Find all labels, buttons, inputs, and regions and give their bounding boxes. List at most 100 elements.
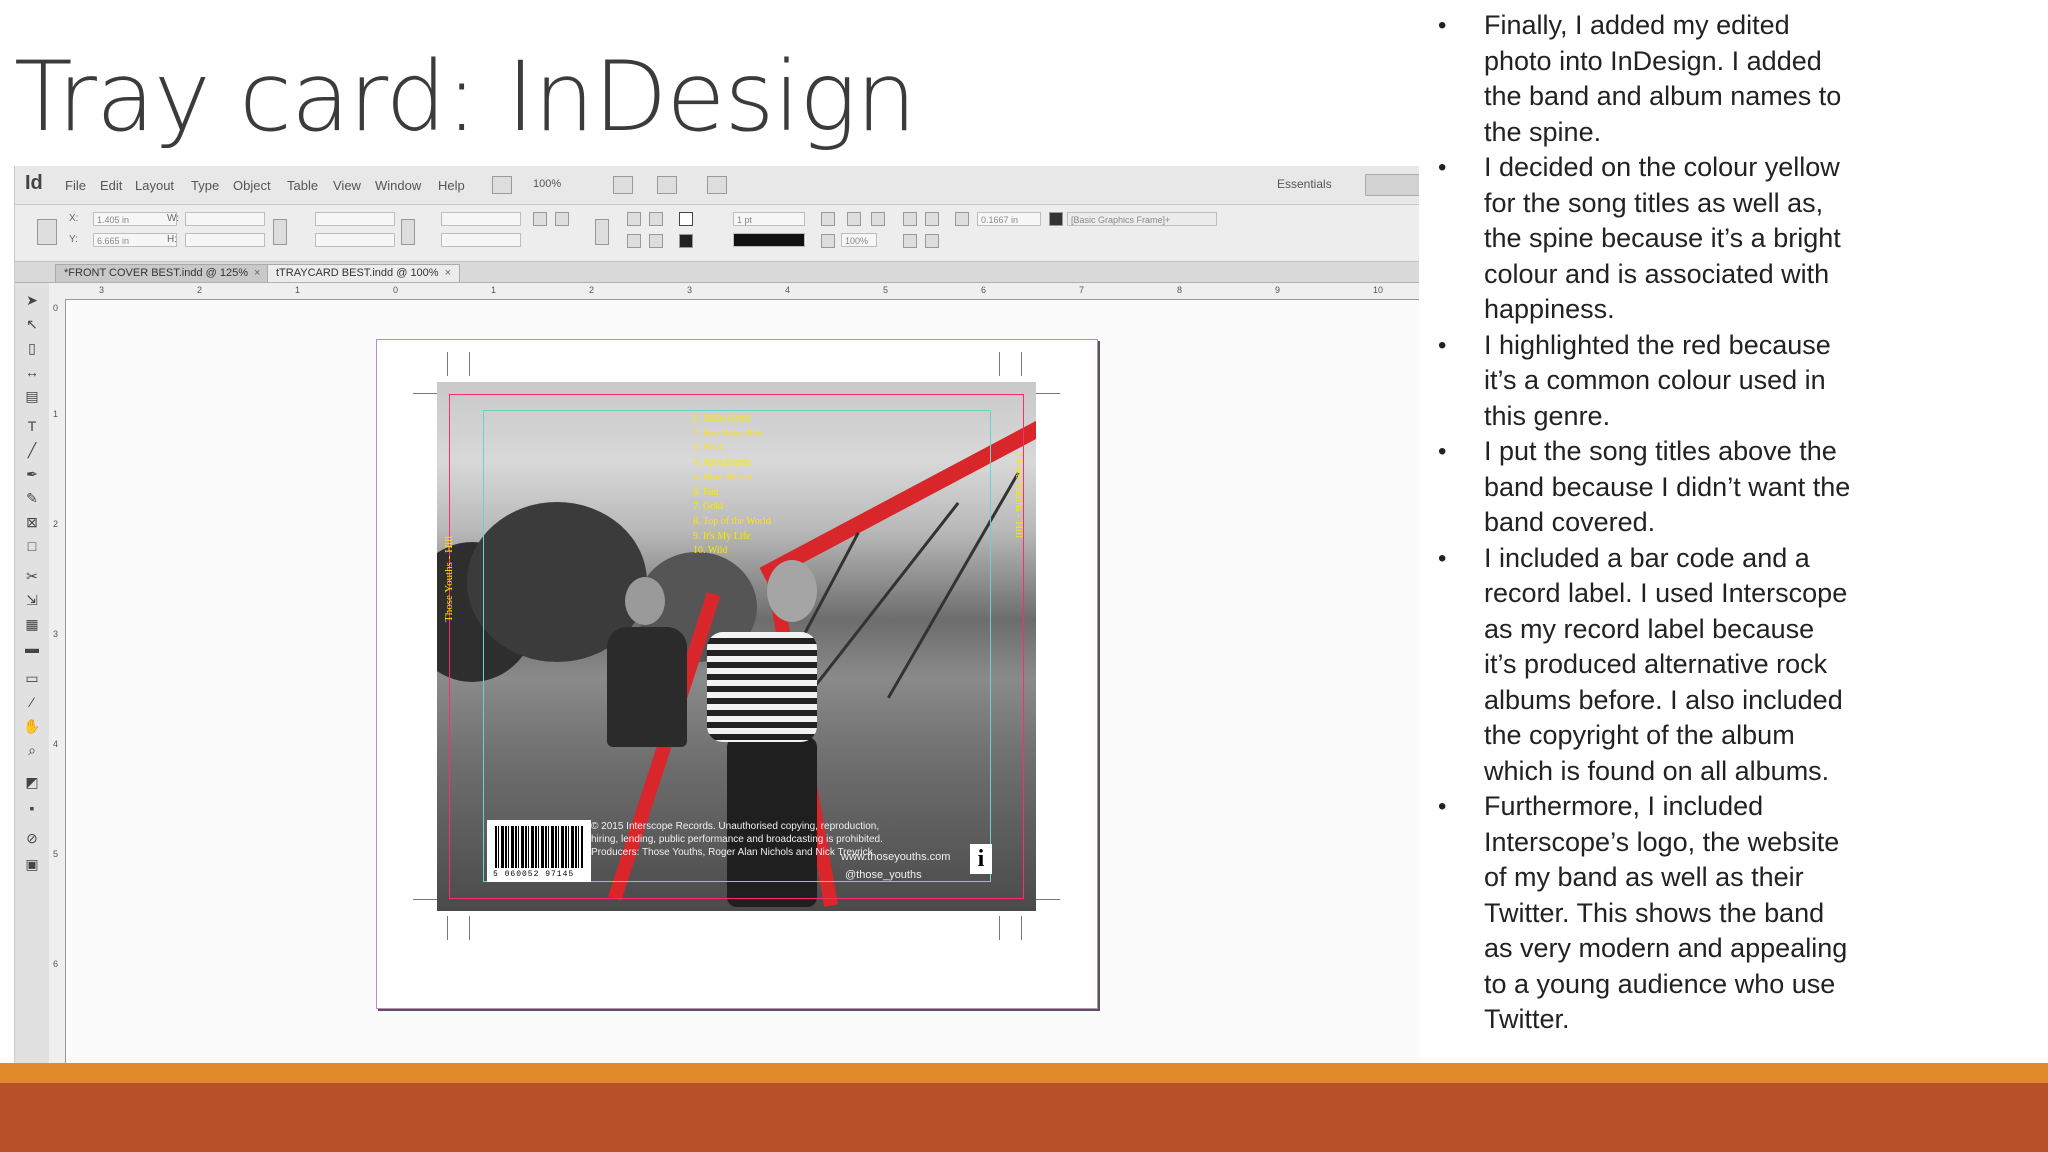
spine-text-left[interactable]: Those Youths - Hill [443, 452, 455, 622]
reference-point-icon[interactable] [37, 219, 57, 245]
effects-icon[interactable] [847, 212, 861, 226]
formatting-affects-icon[interactable]: ▪ [22, 799, 42, 817]
menu-edit[interactable]: Edit [100, 178, 122, 193]
bridge-icon[interactable] [492, 176, 512, 194]
scale-y-field[interactable] [315, 233, 395, 247]
menu-type[interactable]: Type [191, 178, 219, 193]
fx-icon[interactable] [871, 212, 885, 226]
apply-none-icon[interactable]: ⊘ [22, 829, 42, 847]
constrain-proportions-icon[interactable] [273, 219, 287, 245]
ruler-label: 10 [1373, 285, 1384, 295]
interscope-logo[interactable]: i [970, 844, 992, 874]
flip-vertical-icon[interactable] [649, 212, 663, 226]
opacity-field[interactable]: 100% [841, 233, 877, 247]
crop-mark [1021, 916, 1022, 940]
view-options-icon[interactable] [613, 176, 633, 194]
x-label: X: [69, 213, 79, 224]
workspace-switcher[interactable]: Essentials [1277, 177, 1332, 191]
view-mode-icon[interactable]: ▣ [22, 855, 42, 873]
vertical-ruler: 0 1 2 3 4 5 6 [49, 299, 66, 1083]
menu-layout[interactable]: Layout [135, 178, 174, 193]
menu-window[interactable]: Window [375, 178, 421, 193]
shear-field[interactable] [441, 233, 521, 247]
fill-swatch-icon[interactable] [679, 212, 693, 226]
spine-text-right[interactable]: Those Youths - Hill [1013, 452, 1025, 622]
flip-horizontal-icon[interactable] [627, 212, 641, 226]
menu-object[interactable]: Object [233, 178, 271, 193]
traycard-photo[interactable]: 1. Hello Good 2. Run Baby Run 3. Next 4.… [437, 382, 1036, 911]
zoom-level[interactable]: 100% [533, 178, 561, 190]
x-field[interactable]: 1.405 in [93, 212, 177, 226]
drop-shadow-icon[interactable] [821, 212, 835, 226]
menu-file[interactable]: File [65, 178, 86, 193]
ruler-label: 0 [393, 285, 399, 295]
h-field[interactable] [185, 233, 265, 247]
bullet-glyph: • [1438, 544, 1447, 572]
scissors-tool-icon[interactable]: ✂ [22, 567, 42, 585]
line-tool-icon[interactable]: ╱ [22, 441, 42, 459]
gap-tool-icon[interactable]: ↔ [22, 363, 42, 381]
y-field[interactable]: 6.665 in [93, 233, 177, 247]
ruler-label: 2 [53, 519, 59, 529]
note-tool-icon[interactable]: ▭ [22, 669, 42, 687]
close-icon[interactable]: × [254, 267, 260, 279]
menu-help[interactable]: Help [438, 178, 465, 193]
select-content-icon[interactable] [649, 234, 663, 248]
screen-mode-icon[interactable] [657, 176, 677, 194]
menu-table[interactable]: Table [287, 178, 318, 193]
selection-tool-icon[interactable]: ➤ [22, 291, 42, 309]
wrap-shape-icon[interactable] [903, 234, 917, 248]
band-website[interactable]: www.thoseyouths.com [841, 851, 950, 863]
content-collector-icon[interactable]: ▤ [22, 387, 42, 405]
stroke-weight-field[interactable]: 1 pt [733, 212, 805, 226]
direct-selection-tool-icon[interactable]: ↖ [22, 315, 42, 333]
offset-field[interactable]: 0.1667 in [977, 212, 1041, 226]
tab-front-cover[interactable]: *FRONT COVER BEST.indd @ 125% × [55, 264, 270, 282]
crop-mark [469, 352, 470, 376]
crop-mark [1036, 393, 1060, 394]
page-tool-icon[interactable]: ▯ [22, 339, 42, 357]
gradient-feather-tool-icon[interactable]: ▬ [22, 639, 42, 657]
eyedropper-tool-icon[interactable]: ⁄ [22, 693, 42, 711]
pen-tool-icon[interactable]: ✒ [22, 465, 42, 483]
ruler-label: 2 [589, 285, 595, 295]
stroke-type-dropdown[interactable] [733, 233, 805, 247]
object-style-icon[interactable] [1049, 212, 1063, 226]
wrap-jump-icon[interactable] [925, 234, 939, 248]
hand-tool-icon[interactable]: ✋ [22, 717, 42, 735]
fill-stroke-icon[interactable]: ◩ [22, 773, 42, 791]
ruler-label: 3 [53, 629, 59, 639]
close-icon[interactable]: × [445, 267, 451, 279]
wrap-none-icon[interactable] [903, 212, 917, 226]
free-transform-tool-icon[interactable]: ⇲ [22, 591, 42, 609]
song-title: 1. Hello Good [693, 413, 750, 424]
w-field[interactable] [185, 212, 265, 226]
arrange-documents-icon[interactable] [707, 176, 727, 194]
fitting-icon[interactable] [955, 212, 969, 226]
bullet-glyph: • [1438, 793, 1447, 820]
twitter-handle[interactable]: @those_youths [845, 869, 922, 881]
rectangle-tool-icon[interactable]: □ [22, 537, 42, 555]
menu-view[interactable]: View [333, 178, 361, 193]
gradient-swatch-tool-icon[interactable]: ▦ [22, 615, 42, 633]
rotate-ccw-icon[interactable] [555, 212, 569, 226]
barcode[interactable]: 5 060052 97145 [487, 820, 591, 882]
opacity-icon[interactable] [821, 234, 835, 248]
constrain-scale-icon[interactable] [401, 219, 415, 245]
rectangle-frame-tool-icon[interactable]: ⊠ [22, 513, 42, 531]
text-frame-icon[interactable] [595, 219, 609, 245]
rotation-field[interactable] [441, 212, 521, 226]
pencil-tool-icon[interactable]: ✎ [22, 489, 42, 507]
type-tool-icon[interactable]: T [22, 417, 42, 435]
tab-traycard[interactable]: tTRAYCARD BEST.indd @ 100% × [267, 264, 461, 282]
wrap-bounding-icon[interactable] [925, 212, 939, 226]
zoom-tool-icon[interactable]: ⌕ [22, 741, 42, 759]
stroke-swatch-icon[interactable] [679, 234, 693, 248]
search-field[interactable] [1365, 174, 1419, 196]
object-style-dropdown[interactable]: [Basic Graphics Frame]+ [1067, 212, 1217, 226]
rotate-cw-icon[interactable] [533, 212, 547, 226]
crop-mark [447, 352, 448, 376]
scale-x-field[interactable] [315, 212, 395, 226]
song-list[interactable]: 1. Hello Good 2. Run Baby Run 3. Next 4.… [693, 412, 771, 559]
select-container-icon[interactable] [627, 234, 641, 248]
